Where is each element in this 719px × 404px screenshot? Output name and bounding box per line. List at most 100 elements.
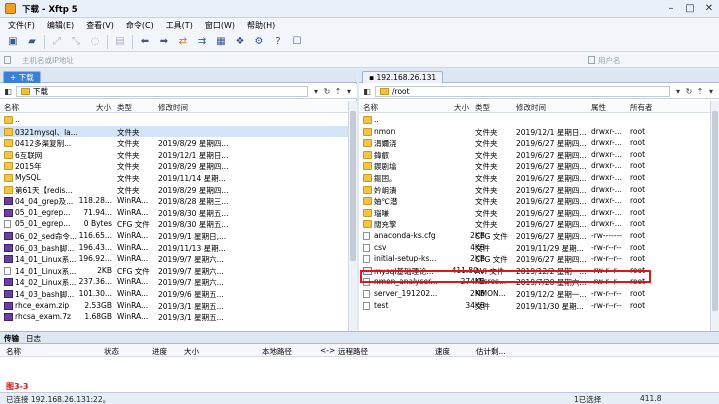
file-row[interactable]: initial-setup-ks... 2KB CFG 文件 2019/6/27 星期… <box>359 253 710 265</box>
back-icon[interactable]: ⬅ <box>138 35 152 49</box>
file-row[interactable]: 瑙嗛 文件夹 2019/6/27 星期四... drwxr-... root <box>359 207 710 219</box>
file-row[interactable]: 14_01_Linux系... 196.92... WinRA... 2019/9/7… <box>0 253 348 265</box>
refresh-icon[interactable]: ↻ <box>322 87 332 96</box>
file-row[interactable]: .. <box>359 114 710 126</box>
file-row[interactable]: anaconda-ks.cfg 2KB CFG 文件 2019/6/27 星期四...… <box>359 230 710 242</box>
dropdown-icon[interactable]: ▾ <box>673 87 683 96</box>
chat-icon[interactable]: ☐ <box>290 35 304 49</box>
dropdown-icon[interactable]: ▾ <box>311 87 321 96</box>
menu-tools[interactable]: 工具(T) <box>166 20 193 31</box>
tab-log[interactable]: 日志 <box>26 333 41 344</box>
file-row[interactable]: MySQL 文件夹 2019/11/14 星期... <box>0 172 348 184</box>
properties-icon[interactable]: ▤ <box>113 35 127 49</box>
connect-icon[interactable]: ⤢ <box>50 35 64 49</box>
open-folder-icon[interactable]: ▰ <box>25 35 39 49</box>
tab-local[interactable]: + 下载 <box>3 71 41 83</box>
col-modified[interactable]: 修改时间 <box>516 102 546 113</box>
xfer-col-remote-path[interactable]: 远程路径 <box>338 346 368 357</box>
tab-remote[interactable]: ▪ 192.168.26.131 <box>362 71 444 83</box>
file-row[interactable]: 涓嬭浇 文件夹 2019/6/27 星期四... drwxr-... root <box>359 137 710 149</box>
close-button[interactable]: ✕ <box>702 2 716 15</box>
file-row[interactable]: server_191202... 2KB NMON... 2019/12/2 星期一.… <box>359 288 710 300</box>
remote-scroll-thumb[interactable] <box>712 111 718 311</box>
file-row[interactable]: csv 4KB 文件 2019/11/29 星期... -rw-r--r-- root <box>359 242 710 254</box>
forward-icon[interactable]: ➡ <box>157 35 171 49</box>
settings-icon[interactable]: ⚙ <box>252 35 266 49</box>
file-row[interactable]: 04_04_grep及... 118.28... WinRA... 2019/8/28… <box>0 195 348 207</box>
file-row[interactable]: 05_01_egrep... 71.94... WinRA... 2019/8/30 … <box>0 207 348 219</box>
help-icon[interactable]: ? <box>271 35 285 49</box>
maximize-button[interactable]: □ <box>683 2 697 15</box>
col-owner[interactable]: 所有者 <box>630 102 653 113</box>
col-name[interactable]: 名称 <box>4 102 19 113</box>
file-row[interactable]: test 34KB 文件 2019/11/30 星期... -rw-r--r-- root <box>359 300 710 312</box>
menu-view[interactable]: 查看(V) <box>86 20 114 31</box>
file-row[interactable]: 2015年 文件夹 2019/8/29 星期四... <box>0 160 348 172</box>
up-folder-icon[interactable]: ⇡ <box>695 87 705 96</box>
refresh-icon[interactable]: ↻ <box>684 87 694 96</box>
xfer-col-progress[interactable]: 进度 <box>152 346 167 357</box>
file-row[interactable]: rhcsa_exam.7z 1.68GB WinRA... 2019/3/1 星期五.… <box>0 311 348 323</box>
local-scroll-thumb[interactable] <box>350 111 356 261</box>
tab-transfer[interactable]: 传输 <box>4 333 19 344</box>
col-type[interactable]: 类型 <box>117 102 132 113</box>
file-row[interactable]: 05_01_egrep... 0 Bytes CFG 文件 2019/8/30 星期五… <box>0 218 348 230</box>
file-row[interactable]: nmon 文件夹 2019/12/1 星期日... drwxr-... root <box>359 126 710 138</box>
local-scrollbar[interactable] <box>348 101 357 331</box>
cell-name: 鍏叡 <box>374 150 389 160</box>
local-path-input[interactable]: 下载 <box>16 86 308 97</box>
panel-toggle-icon[interactable]: ◧ <box>362 87 372 96</box>
host-input[interactable]: 主机名或IP地址 <box>14 55 574 66</box>
file-row[interactable]: 第61天【redis... 文件夹 2019/8/29 星期四... <box>0 184 348 196</box>
transfer-icon[interactable]: ⇉ <box>195 35 209 49</box>
col-name[interactable]: 名称 <box>363 102 378 113</box>
view-options-icon[interactable]: ▾ <box>706 87 716 96</box>
xfer-col-eta[interactable]: 估计剩... <box>476 346 506 357</box>
user-input[interactable]: 用户名 <box>598 55 708 66</box>
file-row[interactable]: 14_02_Linux系... 237.36... WinRA... 2019/9/7… <box>0 276 348 288</box>
xfer-col-direction[interactable]: <-> <box>320 346 335 355</box>
col-size[interactable]: 大小 <box>96 102 111 113</box>
file-row[interactable]: 06_03_bash脚... 196.43... WinRA... 2019/11/1… <box>0 242 348 254</box>
col-type[interactable]: 类型 <box>475 102 490 113</box>
file-row[interactable]: 鍥剧墖 文件夹 2019/6/27 星期四... drwxr-... root <box>359 160 710 172</box>
disconnect-icon[interactable]: ⤡ <box>69 35 83 49</box>
sync-icon[interactable]: ⇄ <box>176 35 190 49</box>
col-permissions[interactable]: 属性 <box>591 102 606 113</box>
file-row[interactable]: 0321mysql、la... 文件夹 <box>0 125 348 138</box>
xfer-col-name[interactable]: 名称 <box>6 346 21 357</box>
minimize-button[interactable]: – <box>664 2 678 15</box>
col-size[interactable]: 大小 <box>454 102 469 113</box>
file-row[interactable]: 6互联网 文件夹 2019/12/1 星期日... <box>0 149 348 161</box>
file-row[interactable]: 0412多渠复制... 文件夹 2019/8/29 星期四... <box>0 137 348 149</box>
xfer-col-speed[interactable]: 速度 <box>435 346 450 357</box>
panel-toggle-icon[interactable]: ◧ <box>3 87 13 96</box>
file-row[interactable]: 鏂囨。 文件夹 2019/6/27 星期四... drwxr-... root <box>359 172 710 184</box>
file-row[interactable]: 14_01_Linux系... 2KB CFG 文件 2019/9/7 星期六... <box>0 265 348 277</box>
view-options-icon[interactable]: ▾ <box>344 87 354 96</box>
file-row[interactable]: 鍏叡 文件夹 2019/6/27 星期四... drwxr-... root <box>359 149 710 161</box>
up-folder-icon[interactable]: ⇡ <box>333 87 343 96</box>
file-row[interactable]: 闊充箰 文件夹 2019/6/27 星期四... drwxr-... root <box>359 218 710 230</box>
reconnect-icon[interactable]: ◌ <box>88 35 102 49</box>
file-row[interactable]: 06_02_sed命令... 116.65... WinRA... 2019/9/1 … <box>0 230 348 242</box>
menu-file[interactable]: 文件(F) <box>8 20 35 31</box>
file-row[interactable]: .. <box>0 114 348 126</box>
remote-scrollbar[interactable] <box>710 101 719 331</box>
xfer-col-local-path[interactable]: 本地路径 <box>262 346 292 357</box>
xfer-col-status[interactable]: 状态 <box>104 346 119 357</box>
new-session-icon[interactable]: ▣ <box>6 35 20 49</box>
file-row[interactable]: rhce_exam.zip 2.53GB WinRA... 2019/3/1 星期五.… <box>0 300 348 312</box>
menu-help[interactable]: 帮助(H) <box>247 20 275 31</box>
col-modified[interactable]: 修改时间 <box>158 102 188 113</box>
file-row[interactable]: 妗岄潰 文件夹 2019/6/27 星期四... drwxr-... root <box>359 184 710 196</box>
menu-command[interactable]: 命令(C) <box>126 20 154 31</box>
menu-window[interactable]: 窗口(W) <box>205 20 235 31</box>
file-row[interactable]: 妯℃澘 文件夹 2019/6/27 星期四... drwxr-... root <box>359 195 710 207</box>
session-window-icon[interactable]: ▦ <box>214 35 228 49</box>
xfer-col-size[interactable]: 大小 <box>184 346 199 357</box>
menu-edit[interactable]: 编辑(E) <box>47 20 74 31</box>
xshell-icon[interactable]: ❖ <box>233 35 247 49</box>
remote-path-input[interactable]: /root <box>375 86 670 97</box>
file-row[interactable]: 14_03_bash脚... 101.30... WinRA... 2019/9/6 … <box>0 288 348 300</box>
